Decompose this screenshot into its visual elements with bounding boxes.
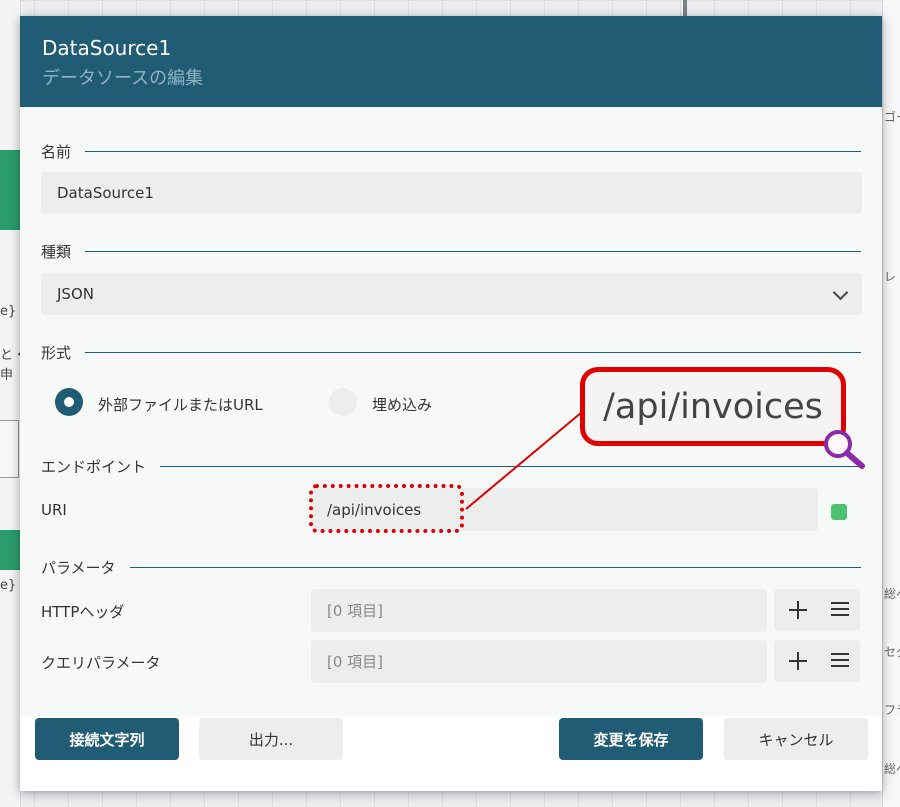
background-text: e} <box>0 578 17 593</box>
query-params-actions <box>774 640 860 682</box>
background-text: e} <box>0 304 17 319</box>
radio-external-url-label[interactable]: 外部ファイルまたはURL <box>98 394 263 415</box>
section-divider <box>41 251 861 252</box>
http-headers-value: [0 項目] <box>327 602 384 620</box>
background-text: ゴー <box>884 110 900 124</box>
dialog-subtitle: データソースの編集 <box>42 68 204 89</box>
type-label: 種類 <box>41 241 86 262</box>
http-headers-actions <box>774 589 860 631</box>
dialog-title: DataSource1 <box>42 36 172 60</box>
parameters-label: パラメータ <box>41 557 130 578</box>
background-text: セグ <box>884 645 900 659</box>
query-params-input[interactable]: [0 項目] <box>311 640 767 683</box>
http-headers-label: HTTPヘッダ <box>41 603 125 621</box>
output-button[interactable]: 出力... <box>199 718 343 760</box>
add-icon[interactable] <box>789 652 807 670</box>
save-changes-button[interactable]: 変更を保存 <box>559 718 703 760</box>
uri-status-indicator <box>831 504 847 520</box>
connection-string-button[interactable]: 接続文字列 <box>35 718 179 760</box>
dialog-header: DataSource1 データソースの編集 <box>20 16 882 107</box>
menu-icon[interactable] <box>831 602 849 617</box>
endpoint-section: エンドポイント <box>41 456 861 477</box>
section-divider <box>41 352 861 353</box>
name-label: 名前 <box>41 141 86 162</box>
callout-zoom-bubble: /api/invoices <box>580 367 846 446</box>
chevron-down-icon <box>832 284 849 301</box>
query-params-label: クエリパラメータ <box>41 654 161 672</box>
parameters-section: パラメータ <box>41 557 861 578</box>
radio-embedded[interactable] <box>329 388 357 416</box>
type-select[interactable]: JSON <box>41 273 862 315</box>
background-text: フラ <box>884 703 900 717</box>
radio-embedded-label[interactable]: 埋め込み <box>372 394 432 415</box>
type-section: 種類 <box>41 241 861 262</box>
background-left-panel <box>0 0 21 807</box>
background-text: 申 <box>0 368 14 383</box>
name-section: 名前 <box>41 141 861 162</box>
endpoint-label: エンドポイント <box>41 456 161 477</box>
menu-icon[interactable] <box>831 653 849 668</box>
background-green-block <box>0 530 20 570</box>
callout-highlight <box>309 484 464 533</box>
http-headers-input[interactable]: [0 項目] <box>311 589 767 632</box>
radio-external-url[interactable] <box>55 388 83 416</box>
background-text: レ <box>884 270 897 284</box>
background-green-block <box>0 150 20 230</box>
format-label: 形式 <box>41 342 86 363</box>
add-icon[interactable] <box>789 601 807 619</box>
name-input[interactable]: DataSource1 <box>41 172 862 214</box>
format-section: 形式 <box>41 342 861 363</box>
callout-zoom-text: /api/invoices <box>603 386 823 427</box>
query-params-value: [0 項目] <box>327 653 384 671</box>
background-text: 総へ <box>884 762 900 776</box>
type-value: JSON <box>57 285 94 303</box>
section-divider <box>41 151 861 152</box>
background-text: 総へ <box>884 587 900 601</box>
section-divider <box>41 466 861 467</box>
background-box <box>0 420 19 478</box>
magnifier-icon <box>824 430 865 469</box>
cancel-button[interactable]: キャンセル <box>724 718 868 760</box>
section-divider <box>41 567 861 568</box>
uri-label: URI <box>41 501 67 519</box>
name-value: DataSource1 <box>57 184 154 202</box>
